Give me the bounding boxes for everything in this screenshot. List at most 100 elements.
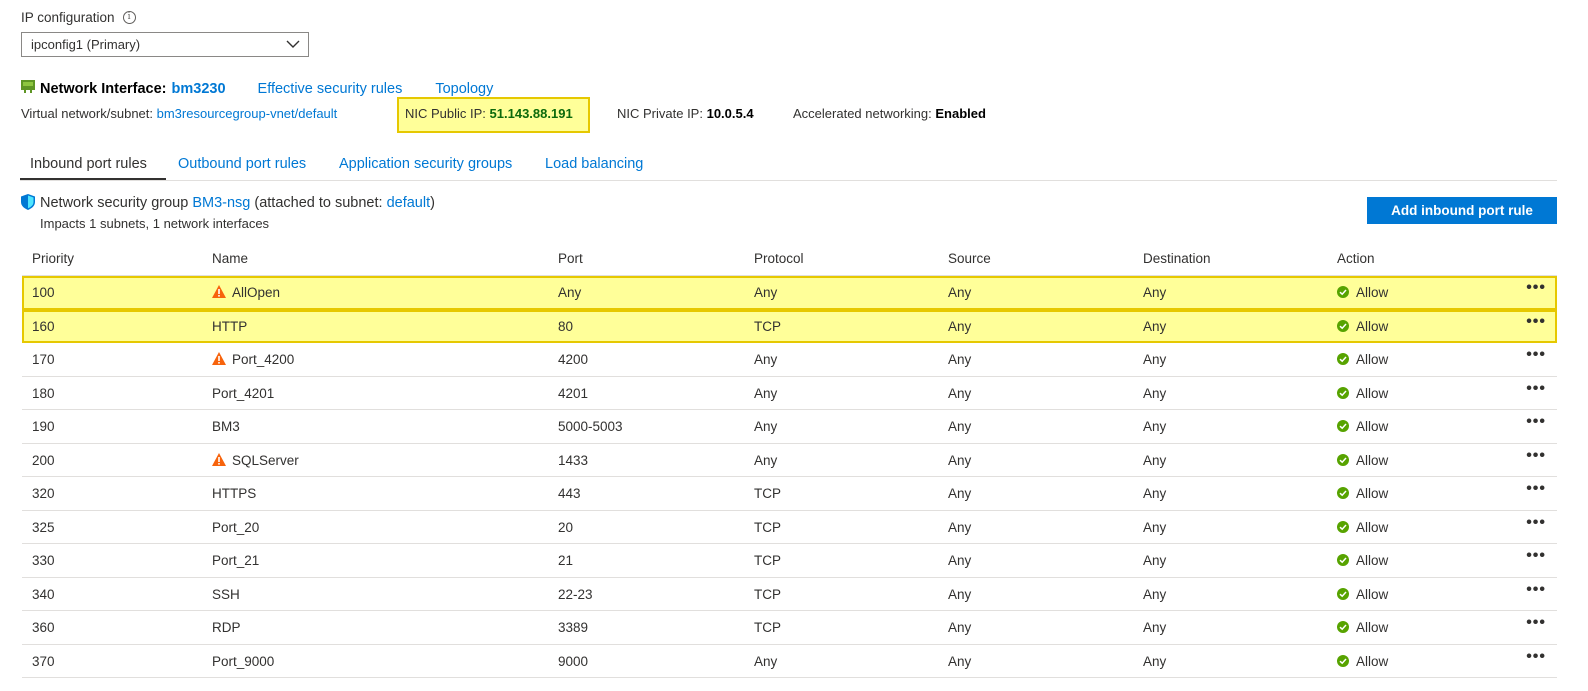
tab-inbound-port-rules[interactable]: Inbound port rules — [30, 156, 147, 172]
warning-icon — [212, 285, 226, 298]
table-row[interactable]: 340 SSH 22-23 TCP Any Any Allow ••• — [22, 578, 1557, 611]
cell-source: Any — [948, 285, 972, 300]
table-row[interactable]: 370 Port_9000 9000 Any Any Any Allow ••• — [22, 645, 1557, 678]
check-circle-icon — [1337, 487, 1349, 499]
action-label: Allow — [1356, 586, 1389, 602]
table-row[interactable]: 100 AllOpen Any Any Any Any Allow ••• — [22, 276, 1557, 310]
column-header-action[interactable]: Action — [1337, 251, 1375, 266]
rule-name: Port_21 — [212, 553, 260, 568]
cell-protocol: Any — [754, 452, 778, 468]
table-row[interactable]: 190 BM3 5000-5003 Any Any Any Allow ••• — [22, 410, 1557, 444]
cell-priority: 330 — [32, 553, 55, 568]
accelerated-networking-value: Enabled — [935, 106, 986, 121]
column-header-name[interactable]: Name — [212, 251, 248, 266]
action-label: Allow — [1356, 553, 1389, 568]
check-circle-icon — [1337, 420, 1349, 432]
cell-action: Allow — [1337, 654, 1388, 669]
table-body: 100 AllOpen Any Any Any Any Allow ••• 160 HTTP 80 T… — [22, 276, 1557, 678]
check-circle-icon — [1337, 319, 1349, 332]
more-icon[interactable]: ••• — [1526, 313, 1546, 331]
cell-source: Any — [948, 318, 972, 334]
more-icon[interactable]: ••• — [1526, 514, 1546, 532]
column-header-port[interactable]: Port — [558, 251, 583, 266]
cell-priority: 360 — [32, 620, 55, 635]
cell-protocol: Any — [754, 419, 778, 434]
cell-destination: Any — [1143, 318, 1167, 334]
network-interface-name-link[interactable]: bm3230 — [172, 81, 226, 97]
nsg-prefix: Network security group — [40, 195, 189, 211]
more-icon[interactable]: ••• — [1526, 447, 1546, 465]
table-row[interactable]: 325 Port_20 20 TCP Any Any Allow ••• — [22, 511, 1557, 544]
more-icon[interactable]: ••• — [1526, 581, 1546, 599]
effective-security-rules-link[interactable]: Effective security rules — [258, 81, 403, 97]
column-header-destination[interactable]: Destination — [1143, 251, 1211, 266]
table-row[interactable]: 200 SQLServer 1433 Any Any Any Allow ••• — [22, 444, 1557, 477]
cell-source: Any — [948, 486, 972, 501]
info-icon[interactable]: i — [122, 11, 136, 24]
tab-application-security-groups[interactable]: Application security groups — [339, 156, 512, 172]
cell-port: 20 — [558, 519, 574, 535]
nsg-subnet-link[interactable]: default — [387, 195, 431, 211]
cell-port: 1433 — [558, 452, 589, 468]
cell-port: 5000-5003 — [558, 419, 623, 434]
cell-action: Allow — [1337, 386, 1388, 401]
private-ip-value: 10.0.5.4 — [706, 106, 754, 121]
column-header-priority[interactable]: Priority — [32, 251, 74, 266]
rule-name: RDP — [212, 620, 241, 635]
column-header-source[interactable]: Source — [948, 251, 991, 266]
column-header-protocol[interactable]: Protocol — [754, 251, 804, 266]
add-inbound-port-rule-button[interactable]: Add inbound port rule — [1367, 197, 1557, 224]
cell-source: Any — [948, 620, 972, 635]
table-row[interactable]: 180 Port_4201 4201 Any Any Any Allow ••• — [22, 377, 1557, 410]
table-row[interactable]: 360 RDP 3389 TCP Any Any Allow ••• — [22, 611, 1557, 645]
cell-protocol: TCP — [754, 318, 781, 334]
cell-name: HTTP — [212, 319, 247, 334]
cell-destination: Any — [1143, 519, 1167, 535]
action-label: Allow — [1356, 620, 1389, 635]
private-ip-label: NIC Private IP: — [617, 106, 703, 121]
topology-link[interactable]: Topology — [435, 81, 493, 97]
rule-name: SSH — [212, 586, 240, 602]
tab-outbound-port-rules[interactable]: Outbound port rules — [178, 156, 306, 172]
table-row[interactable]: 320 HTTPS 443 TCP Any Any Allow ••• — [22, 477, 1557, 511]
more-icon[interactable]: ••• — [1526, 279, 1546, 297]
cell-destination: Any — [1143, 419, 1167, 434]
more-icon[interactable]: ••• — [1526, 614, 1546, 632]
vnet-link[interactable]: bm3resourcegroup-vnet/default — [157, 106, 338, 121]
more-icon[interactable]: ••• — [1526, 648, 1546, 666]
cell-action: Allow — [1337, 319, 1388, 334]
action-label: Allow — [1356, 285, 1389, 300]
cell-action: Allow — [1337, 486, 1388, 501]
cell-action: Allow — [1337, 352, 1388, 367]
cell-protocol: Any — [754, 653, 778, 669]
check-circle-icon — [1337, 286, 1349, 298]
more-icon[interactable]: ••• — [1526, 346, 1546, 364]
network-security-group-info: Network security group BM3-nsg (attached… — [21, 194, 435, 211]
tab-load-balancing[interactable]: Load balancing — [545, 156, 643, 172]
more-icon[interactable]: ••• — [1526, 413, 1546, 431]
cell-protocol: TCP — [754, 586, 781, 602]
rule-name: AllOpen — [232, 285, 281, 300]
more-icon[interactable]: ••• — [1526, 547, 1546, 565]
check-circle-icon — [1337, 554, 1349, 566]
cell-destination: Any — [1143, 486, 1167, 501]
check-circle-icon — [1337, 654, 1349, 667]
more-icon[interactable]: ••• — [1526, 380, 1546, 398]
table-row[interactable]: 330 Port_21 21 TCP Any Any Allow ••• — [22, 544, 1557, 578]
nsg-name-link[interactable]: BM3-nsg — [192, 195, 250, 211]
network-interface-icon — [21, 79, 35, 93]
cell-port: 80 — [558, 318, 574, 334]
cell-protocol: TCP — [754, 519, 781, 535]
cell-action: Allow — [1337, 553, 1388, 568]
cell-protocol: TCP — [754, 553, 781, 568]
ip-configuration-dropdown[interactable]: ipconfig1 (Primary) — [21, 32, 309, 57]
cell-destination: Any — [1143, 553, 1167, 568]
cell-priority: 100 — [32, 285, 55, 300]
cell-port: 443 — [558, 486, 581, 501]
accelerated-networking-info: Accelerated networking: Enabled — [793, 106, 986, 121]
more-icon[interactable]: ••• — [1526, 480, 1546, 498]
table-header: Priority Name Port Protocol Source Desti… — [22, 242, 1557, 276]
cell-priority: 190 — [32, 419, 55, 434]
table-row[interactable]: 160 HTTP 80 TCP Any Any Allow ••• — [22, 309, 1557, 343]
table-row[interactable]: 170 Port_4200 4200 Any Any Any Allow ••• — [22, 343, 1557, 377]
